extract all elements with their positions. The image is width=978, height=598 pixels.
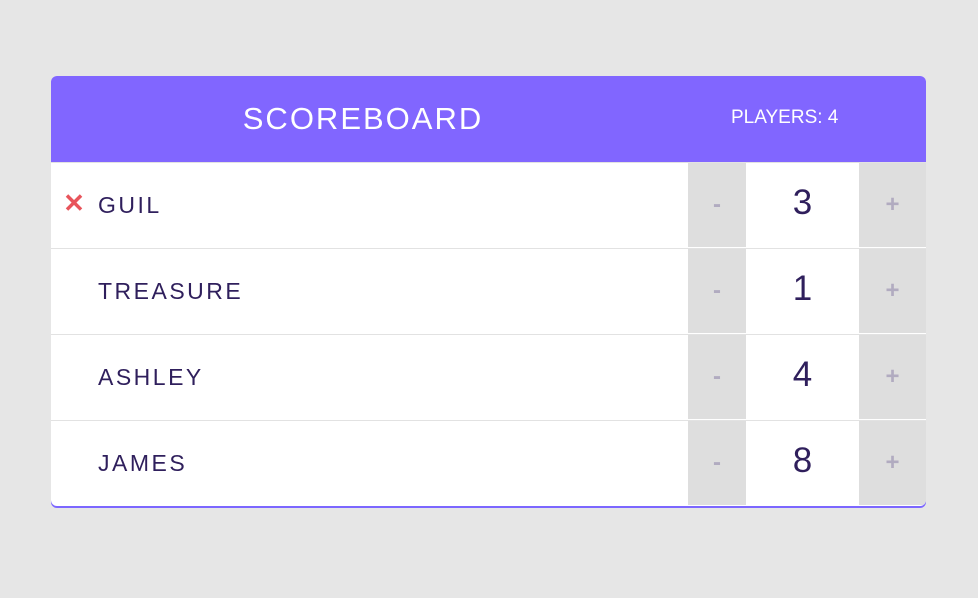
increment-button[interactable]: + — [859, 163, 926, 247]
score-counter: - 8 + — [688, 421, 926, 505]
players-count: PLAYERS: 4 — [731, 107, 839, 128]
player-name: JAMES — [98, 450, 188, 476]
scoreboard-header: SCOREBOARD PLAYERS: 4 — [51, 76, 926, 162]
page-title: SCOREBOARD — [242, 101, 484, 136]
decrement-button[interactable]: - — [688, 163, 746, 247]
player-row: ASHLEY - 4 + — [51, 334, 926, 420]
score-counter: - 3 + — [688, 163, 926, 247]
player-name: TREASURE — [98, 278, 244, 304]
decrement-button[interactable]: - — [688, 421, 746, 505]
increment-button[interactable]: + — [859, 421, 926, 505]
player-row: ✕ GUIL - 3 + — [51, 162, 926, 248]
scoreboard: SCOREBOARD PLAYERS: 4 ✕ GUIL - 3 + TREAS… — [51, 76, 926, 506]
player-score: 1 — [746, 249, 859, 333]
increment-button[interactable]: + — [859, 249, 926, 333]
player-score: 4 — [746, 335, 859, 419]
player-row: TREASURE - 1 + — [51, 248, 926, 334]
score-counter: - 4 + — [688, 335, 926, 419]
increment-button[interactable]: + — [859, 335, 926, 419]
player-score: 8 — [746, 421, 859, 505]
decrement-button[interactable]: - — [688, 249, 746, 333]
player-score: 3 — [746, 163, 859, 247]
player-row: JAMES - 8 + — [51, 420, 926, 506]
player-name: GUIL — [98, 192, 162, 218]
score-counter: - 1 + — [688, 249, 926, 333]
decrement-button[interactable]: - — [688, 335, 746, 419]
remove-player-icon[interactable]: ✕ — [63, 190, 85, 216]
player-name: ASHLEY — [98, 364, 204, 390]
